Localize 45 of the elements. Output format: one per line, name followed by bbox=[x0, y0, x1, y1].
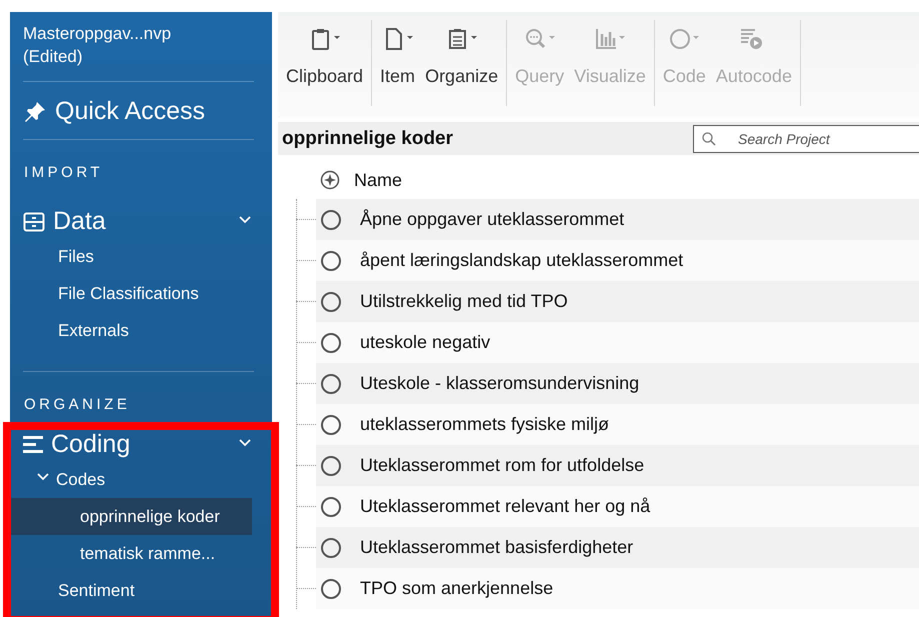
add-column-icon bbox=[320, 170, 340, 190]
code-row[interactable]: Uteskole - klasseromsundervisning bbox=[316, 363, 919, 404]
code-row[interactable]: uteskole negativ bbox=[316, 322, 919, 363]
section-heading: IMPORT bbox=[24, 164, 104, 184]
project-title: Masteroppgav...nvp bbox=[23, 23, 172, 45]
toolbar-button[interactable]: Clipboard bbox=[281, 20, 368, 106]
list-title: opprinnelige koder bbox=[282, 128, 454, 150]
search-icon bbox=[701, 130, 717, 146]
code-row[interactable]: Utilstrekkelig med tid TPO bbox=[316, 281, 919, 322]
nav-item[interactable]: Sentiment bbox=[10, 572, 252, 609]
quick-access-link[interactable]: Quick Access bbox=[23, 96, 272, 126]
circle-icon bbox=[320, 332, 342, 354]
search-field[interactable]: Search Project bbox=[693, 124, 919, 152]
code-row[interactable]: åpent læringslandskap uteklasserommet bbox=[316, 240, 919, 281]
circle-icon bbox=[320, 250, 342, 272]
edited-status: (Edited) bbox=[23, 46, 84, 68]
column-header[interactable]: Name bbox=[354, 170, 402, 190]
circle-icon bbox=[320, 536, 342, 558]
drawer-icon bbox=[23, 210, 45, 233]
code-row[interactable]: TPO som anerkjennelse bbox=[316, 568, 919, 609]
code-row[interactable]: Uteklasserommet basisferdigheter bbox=[316, 527, 919, 568]
lines-icon bbox=[23, 436, 43, 454]
nav-item[interactable]: opprinnelige koder bbox=[10, 498, 252, 535]
code-row[interactable]: uteklasserommets fysiske miljø bbox=[316, 404, 919, 445]
section-heading: ORGANIZE bbox=[24, 396, 132, 415]
nav-item[interactable]: Codes bbox=[10, 460, 252, 498]
circle-icon bbox=[320, 454, 342, 476]
nav-item[interactable]: Externals bbox=[10, 312, 252, 349]
nav-item[interactable]: tematisk ramme... bbox=[10, 534, 252, 572]
toolbar-button[interactable]: Item bbox=[375, 20, 420, 106]
nav-item[interactable]: Files bbox=[10, 238, 252, 275]
nav-group-header[interactable]: Coding bbox=[23, 428, 272, 461]
circle-icon bbox=[320, 290, 342, 312]
circle-icon bbox=[320, 414, 342, 436]
circle-icon bbox=[320, 372, 342, 394]
code-row[interactable]: Uteklasserommet relevant her og nå bbox=[316, 486, 919, 527]
toolbar-button[interactable]: Organize bbox=[420, 20, 504, 106]
code-row[interactable]: Uteklasserommet rom for utfoldelse bbox=[316, 445, 919, 486]
circle-icon bbox=[320, 578, 342, 600]
circle-icon bbox=[320, 496, 342, 518]
nav-item[interactable]: File Classifications bbox=[10, 274, 252, 312]
pin-icon bbox=[23, 100, 47, 124]
nav-group-header[interactable]: Data bbox=[23, 206, 272, 238]
circle-icon bbox=[320, 208, 342, 230]
code-row[interactable]: Åpne oppgaver uteklasserommet bbox=[316, 199, 919, 240]
